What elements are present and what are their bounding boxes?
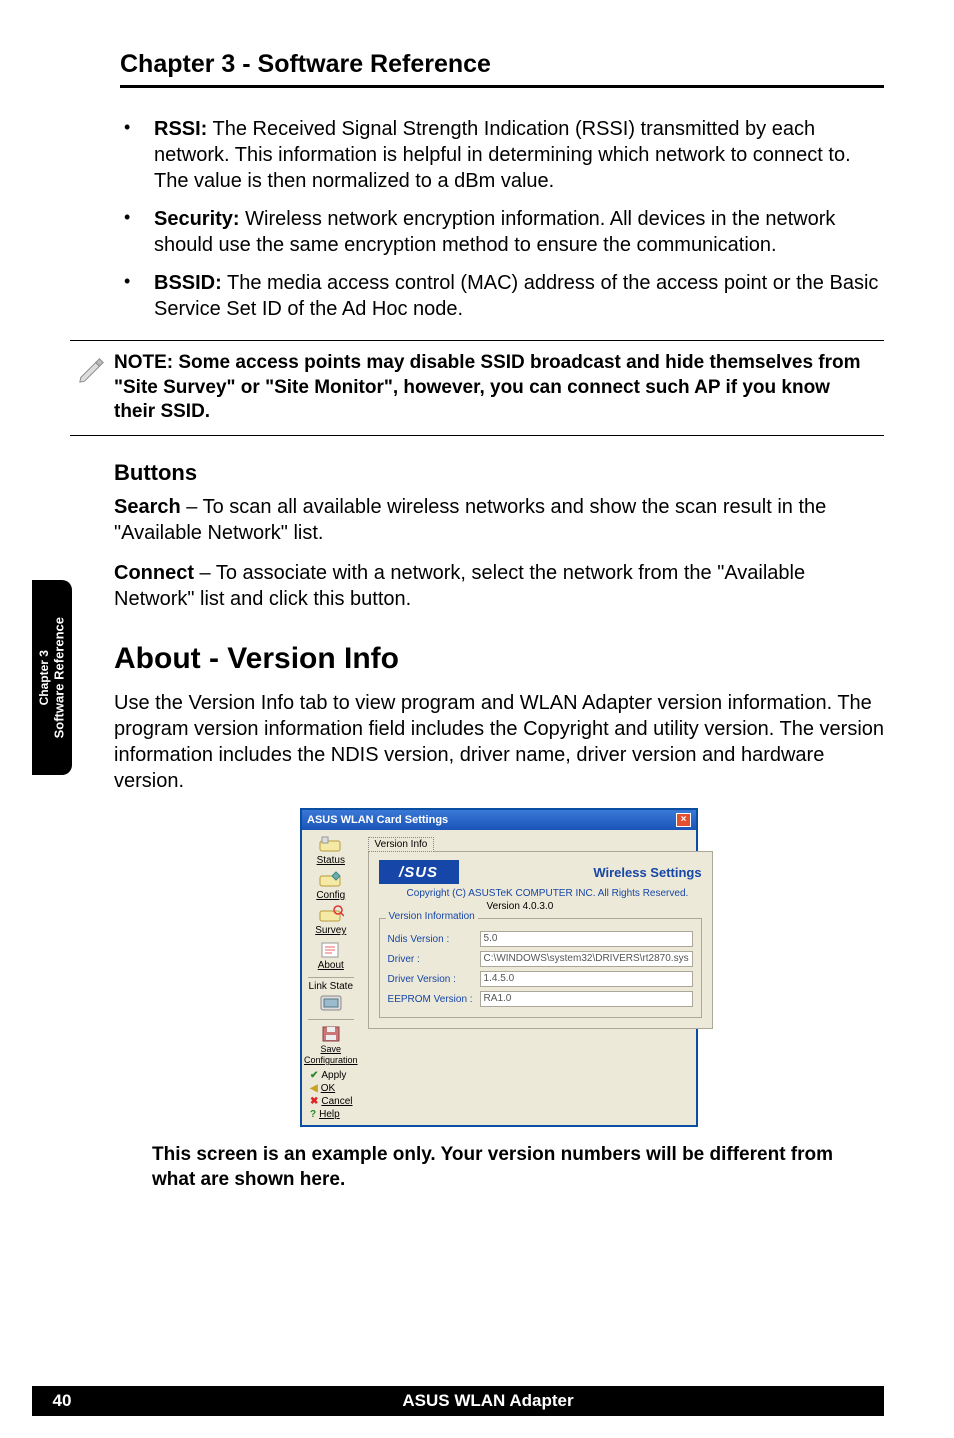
row-eeprom: EEPROM Version : RA1.0: [388, 991, 693, 1007]
sidebar-item-savecfg[interactable]: Save Configuration: [304, 1023, 358, 1066]
footer-page-number: 40: [32, 1391, 92, 1411]
bullet-bssid-label: BSSID:: [154, 272, 222, 294]
drvver-value: 1.4.5.0: [480, 971, 693, 987]
bullet-security-text: Wireless network encryption information.…: [154, 208, 835, 256]
action-apply[interactable]: ✔Apply: [304, 1070, 358, 1081]
sidebar-item-config[interactable]: Config: [304, 869, 358, 901]
version-info-group: Version Information Ndis Version : 5.0 D…: [379, 918, 702, 1018]
drvver-label: Driver Version :: [388, 974, 480, 985]
survey-icon: [318, 905, 344, 925]
screenshot-caption: This screen is an example only. Your ver…: [152, 1143, 854, 1192]
linkstate-icon: [318, 993, 344, 1013]
search-label: Search: [114, 496, 181, 518]
about-para: Use the Version Info tab to view program…: [114, 690, 884, 794]
about-heading: About - Version Info: [114, 642, 884, 676]
bullet-security-label: Security:: [154, 208, 240, 230]
bullet-rssi-label: RSSI:: [154, 118, 207, 140]
ndis-value: 5.0: [480, 931, 693, 947]
buttons-heading: Buttons: [114, 460, 884, 486]
check-icon: ✔: [310, 1070, 318, 1081]
dialog-title: ASUS WLAN Card Settings: [307, 814, 448, 826]
sidebar-item-about[interactable]: About: [304, 939, 358, 971]
footer-title: ASUS WLAN Adapter: [92, 1391, 884, 1411]
page-footer: 40 ASUS WLAN Adapter: [32, 1386, 884, 1416]
dialog-titlebar: ASUS WLAN Card Settings ×: [302, 810, 696, 830]
driver-value: C:\WINDOWS\system32\DRIVERS\rt2870.sys: [480, 951, 693, 967]
search-text: – To scan all available wireless network…: [114, 496, 826, 544]
bullet-security: Security: Wireless network encryption in…: [114, 206, 884, 258]
eeprom-label: EEPROM Version :: [388, 994, 480, 1005]
wireless-settings-label: Wireless Settings: [593, 865, 701, 880]
connect-text: – To associate with a network, select th…: [114, 562, 805, 610]
sidebar-item-linkstate[interactable]: Link State: [304, 981, 358, 1013]
ok-icon: ◀: [310, 1083, 318, 1094]
copyright-text: Copyright (C) ASUSTeK COMPUTER INC. All …: [407, 888, 702, 899]
about-icon: [318, 940, 344, 960]
dialog-screenshot: ASUS WLAN Card Settings × Status Config: [300, 808, 698, 1127]
bullet-bssid-text: The media access control (MAC) address o…: [154, 272, 878, 320]
eeprom-value: RA1.0: [480, 991, 693, 1007]
floppy-icon: [318, 1024, 344, 1044]
row-driver-version: Driver Version : 1.4.5.0: [388, 971, 693, 987]
action-cancel[interactable]: ✖Cancel: [304, 1096, 358, 1107]
bullet-bssid: BSSID: The media access control (MAC) ad…: [114, 270, 884, 322]
sidebar-item-status[interactable]: Status: [304, 834, 358, 866]
row-ndis: Ndis Version : 5.0: [388, 931, 693, 947]
note-box: NOTE: Some access points may disable SSI…: [70, 340, 884, 436]
program-version: Version 4.0.3.0: [487, 901, 702, 912]
row-driver: Driver : C:\WINDOWS\system32\DRIVERS\rt2…: [388, 951, 693, 967]
connect-label: Connect: [114, 562, 194, 584]
bullet-rssi: RSSI: The Received Signal Strength Indic…: [114, 116, 884, 194]
pencil-icon: [70, 351, 114, 385]
note-text: NOTE: Some access points may disable SSI…: [114, 351, 884, 425]
action-help[interactable]: ?Help: [304, 1109, 358, 1120]
card-icon: [318, 835, 344, 855]
cancel-icon: ✖: [310, 1096, 318, 1107]
asus-logo: /SUS: [379, 860, 459, 884]
help-icon: ?: [310, 1109, 316, 1120]
action-ok[interactable]: ◀OK: [304, 1083, 358, 1094]
connect-para: Connect – To associate with a network, s…: [114, 560, 884, 612]
group-label: Version Information: [386, 911, 478, 922]
chapter-header: Chapter 3 - Software Reference: [120, 50, 884, 88]
search-para: Search – To scan all available wireless …: [114, 494, 884, 546]
config-icon: [318, 870, 344, 890]
dialog-sidebar: Status Config Survey About: [302, 830, 360, 1125]
bullet-rssi-text: The Received Signal Strength Indication …: [154, 118, 851, 192]
ndis-label: Ndis Version :: [388, 934, 480, 945]
tab-version-info[interactable]: Version Info: [368, 837, 435, 852]
close-icon[interactable]: ×: [676, 813, 691, 827]
sidebar-item-survey[interactable]: Survey: [304, 904, 358, 936]
driver-label: Driver :: [388, 954, 480, 965]
bullet-list: RSSI: The Received Signal Strength Indic…: [114, 116, 884, 322]
dialog-main-panel: Version Info /SUS Wireless Settings Copy…: [360, 830, 721, 1125]
